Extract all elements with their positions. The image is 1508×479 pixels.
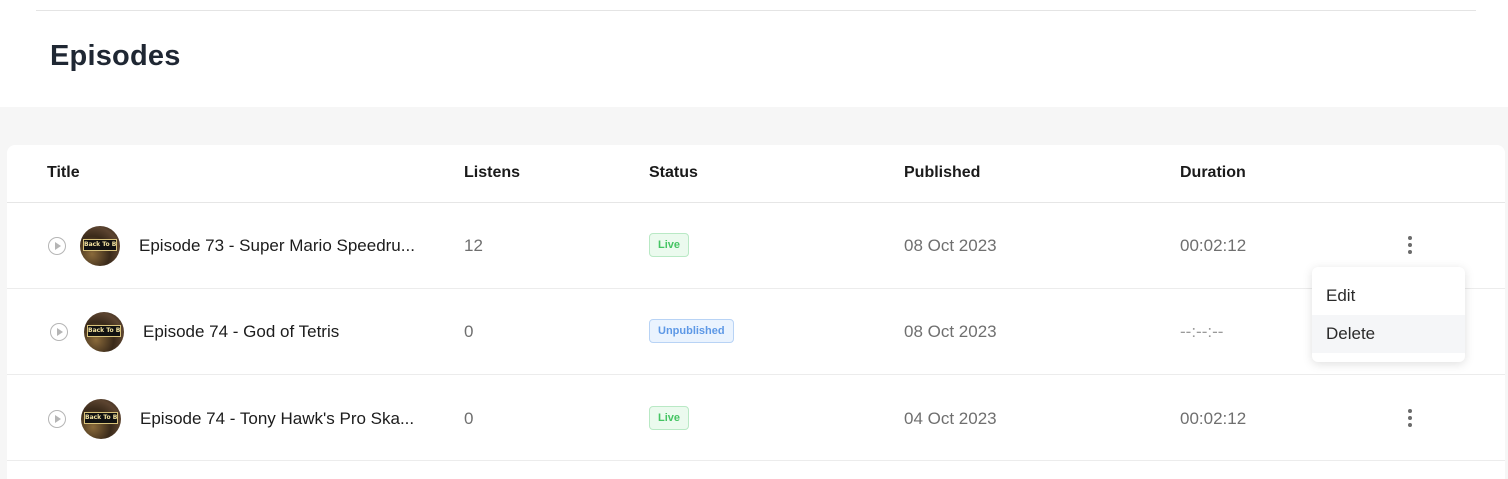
row-context-menu: Edit Delete [1312, 267, 1465, 362]
thumbnail-logo: Back To Bits [83, 239, 117, 251]
duration-value: 00:02:12 [1180, 409, 1247, 428]
table-row[interactable]: Back To Bits Episode 74 - Tony Hawk's Pr… [7, 375, 1505, 461]
episode-thumbnail: Back To Bits [84, 312, 124, 352]
top-divider [36, 10, 1476, 11]
page-header: Episodes [0, 0, 1508, 107]
published-date: 04 Oct 2023 [904, 409, 997, 428]
column-listens[interactable]: Listens [464, 164, 520, 182]
episode-title[interactable]: Episode 74 - Tony Hawk's Pro Ska... [140, 409, 440, 429]
page-title: Episodes [50, 40, 181, 72]
column-title[interactable]: Title [47, 164, 80, 182]
more-options-icon[interactable] [1403, 235, 1417, 257]
listens-count: 0 [464, 409, 474, 428]
menu-item-edit[interactable]: Edit [1312, 277, 1465, 315]
listens-count: 0 [464, 322, 474, 341]
table-row[interactable]: Back To Bits Episode 74 - God of Tetris … [7, 289, 1505, 375]
table-header: Title Listens Status Published Duration [7, 145, 1505, 203]
episode-title[interactable]: Episode 73 - Super Mario Speedru... [139, 236, 439, 256]
status-badge: Live [649, 233, 690, 257]
thumbnail-logo: Back To Bits [87, 325, 121, 337]
table-row[interactable]: Back To Bits Episode 73 - Super Mario Sp… [7, 203, 1505, 289]
duration-value: 00:02:12 [1180, 236, 1247, 255]
episode-title[interactable]: Episode 74 - God of Tetris [143, 322, 443, 342]
duration-value: --:--:-- [1180, 322, 1224, 341]
column-published[interactable]: Published [904, 164, 980, 182]
column-duration[interactable]: Duration [1180, 164, 1246, 182]
menu-item-delete[interactable]: Delete [1312, 315, 1465, 353]
published-date: 08 Oct 2023 [904, 322, 997, 341]
published-date: 08 Oct 2023 [904, 236, 997, 255]
play-icon[interactable] [48, 410, 66, 428]
status-badge: Unpublished [649, 319, 734, 343]
listens-count: 12 [464, 236, 483, 255]
column-status[interactable]: Status [649, 164, 698, 182]
episodes-table: Title Listens Status Published Duration … [7, 145, 1505, 479]
play-icon[interactable] [50, 323, 68, 341]
play-icon[interactable] [48, 237, 66, 255]
thumbnail-logo: Back To Bits [84, 412, 118, 424]
episode-thumbnail: Back To Bits [80, 226, 120, 266]
episode-thumbnail: Back To Bits [81, 399, 121, 439]
more-options-icon[interactable] [1403, 408, 1417, 430]
status-badge: Live [649, 406, 690, 430]
